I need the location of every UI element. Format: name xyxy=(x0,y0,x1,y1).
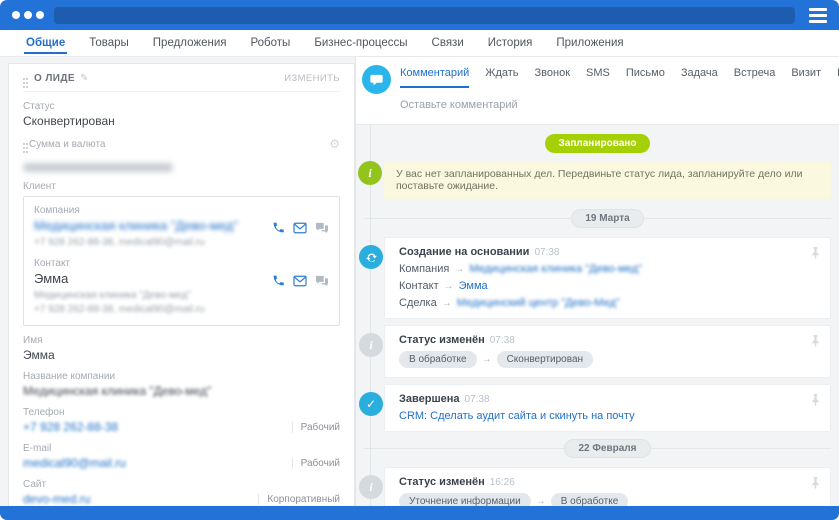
tab-apps[interactable]: Приложения xyxy=(544,30,635,56)
phone-type: Рабочий xyxy=(292,422,340,433)
contact-name[interactable]: Эмма xyxy=(34,271,68,286)
main-tabbar: Общие Товары Предложения Роботы Бизнес-п… xyxy=(0,30,839,57)
contact-contacts: +7 928 262-88-38, medical90@mail.ru xyxy=(34,304,329,315)
task-link[interactable]: CRM: Сделать аудит сайта и скинуть на по… xyxy=(399,410,635,422)
drag-handle-icon[interactable] xyxy=(23,143,25,145)
timeline-entry-task-completed[interactable]: ✓ Завершена07:38 CRM: Сделать аудит сайт… xyxy=(384,384,831,432)
phone-link[interactable]: +7 928 262-88-38 xyxy=(23,420,118,434)
tab-bizproc[interactable]: Бизнес-процессы xyxy=(302,30,419,56)
tab-products[interactable]: Товары xyxy=(77,30,141,56)
timeline-entry-status-changed[interactable]: i Статус изменён07:38 В обработке→Сконве… xyxy=(384,325,831,378)
company-name-field: Название компании Медицинская клиника "Д… xyxy=(23,371,340,398)
timeline-feed[interactable]: Запланировано i У вас нет запланированны… xyxy=(356,125,839,506)
date-separator: 19 Марта xyxy=(384,208,831,228)
window-titlebar xyxy=(0,0,839,30)
sum-field: Сумма и валюта ⚙ xyxy=(23,137,340,172)
deal-link[interactable]: Медицинский центр "Дево-Мед" xyxy=(457,297,620,309)
email-link[interactable]: medical90@mail.ru xyxy=(23,456,126,470)
pin-icon[interactable] xyxy=(810,476,821,489)
timeline-panel: Комментарий Ждать Звонок SMS Письмо Зада… xyxy=(355,57,839,506)
tab-task[interactable]: Задача xyxy=(681,67,718,79)
pin-icon[interactable] xyxy=(810,334,821,347)
window-bottom-frame xyxy=(0,506,839,520)
tab-wait[interactable]: Ждать xyxy=(485,67,518,79)
sync-icon xyxy=(359,245,383,269)
address-bar[interactable] xyxy=(54,7,795,24)
phone-icon[interactable] xyxy=(272,274,285,287)
window-controls[interactable] xyxy=(12,11,44,19)
sum-value-redacted xyxy=(23,163,173,172)
info-icon: i xyxy=(359,333,383,357)
edit-lead-button[interactable]: ИЗМЕНИТЬ xyxy=(284,73,340,84)
site-field: Сайт devo-med.ru Корпоративный xyxy=(23,479,340,506)
activity-tabbar: Комментарий Ждать Звонок SMS Письмо Зада… xyxy=(400,67,827,88)
timeline-entry-created-from[interactable]: Создание на основании07:38 Компания→Меди… xyxy=(384,237,831,319)
client-box: Компания Медицинская клиника "Дево-мед" … xyxy=(23,196,340,326)
status-badge: В обработке xyxy=(551,493,629,506)
name-field: Имя Эмма xyxy=(23,335,340,362)
status-badge: Уточнение информации xyxy=(399,493,531,506)
client-field: Клиент Компания Медицинская клиника "Дев… xyxy=(23,181,340,326)
info-icon: i xyxy=(358,161,382,185)
info-icon: i xyxy=(359,475,383,499)
chat-icon[interactable] xyxy=(315,222,329,234)
company-link[interactable]: Медицинская клиника "Дево-мед" xyxy=(34,218,238,233)
browser-window: Общие Товары Предложения Роботы Бизнес-п… xyxy=(0,0,839,520)
phone-field: Телефон +7 928 262-88-38 Рабочий xyxy=(23,407,340,434)
pin-icon[interactable] xyxy=(810,246,821,259)
phone-icon[interactable] xyxy=(272,221,285,234)
status-value: Сконвертирован xyxy=(23,114,340,128)
company-contacts: +7 928 262-88-38, medical90@mail.ru xyxy=(34,237,329,248)
tab-call[interactable]: Звонок xyxy=(535,67,571,79)
email-type: Рабочий xyxy=(292,458,340,469)
tab-comment[interactable]: Комментарий xyxy=(400,67,469,79)
tab-sms[interactable]: SMS xyxy=(586,67,610,79)
contact-company: Медицинская клиника "Дево-мед" xyxy=(34,290,329,301)
tab-visit[interactable]: Визит xyxy=(791,67,821,79)
tab-letter[interactable]: Письмо xyxy=(626,67,665,79)
email-field: E-mail medical90@mail.ru Рабочий xyxy=(23,443,340,470)
tab-meeting[interactable]: Встреча xyxy=(734,67,776,79)
no-activities-banner: i У вас нет запланированных дел. Передви… xyxy=(384,161,831,199)
comment-input[interactable] xyxy=(400,88,827,124)
timeline-entry-status-changed[interactable]: i Статус изменён16:26 Уточнение информац… xyxy=(384,467,831,506)
status-field: Статус Сконвертирован xyxy=(23,101,340,128)
drag-handle-icon[interactable] xyxy=(23,78,25,80)
activity-composer: Комментарий Ждать Звонок SMS Письмо Зада… xyxy=(356,57,839,125)
lead-details-panel: О ЛИДЕ ✎ ИЗМЕНИТЬ Статус Сконвертирован … xyxy=(0,57,355,506)
site-type: Корпоративный xyxy=(258,494,340,505)
tab-links[interactable]: Связи xyxy=(420,30,476,56)
tab-robots[interactable]: Роботы xyxy=(239,30,303,56)
about-lead-card: О ЛИДЕ ✎ ИЗМЕНИТЬ Статус Сконвертирован … xyxy=(8,63,355,506)
company-link[interactable]: Медицинская клиника "Дево-мед" xyxy=(469,263,642,275)
email-icon[interactable] xyxy=(293,222,307,234)
check-icon: ✓ xyxy=(359,392,383,416)
comment-bubble-icon[interactable] xyxy=(362,65,391,94)
email-icon[interactable] xyxy=(293,275,307,287)
date-separator: 22 Февраля xyxy=(384,438,831,458)
tab-general[interactable]: Общие xyxy=(14,30,77,56)
contact-link[interactable]: Эмма xyxy=(459,280,488,292)
about-lead-title: О ЛИДЕ ✎ xyxy=(23,73,89,84)
chat-icon[interactable] xyxy=(315,275,329,287)
planned-badge[interactable]: Запланировано xyxy=(545,134,651,153)
edit-pencil-icon[interactable]: ✎ xyxy=(80,73,89,84)
menu-icon[interactable] xyxy=(809,8,827,23)
tab-history[interactable]: История xyxy=(476,30,545,56)
status-badge: В обработке xyxy=(399,351,477,368)
tab-quotes[interactable]: Предложения xyxy=(141,30,239,56)
site-link[interactable]: devo-med.ru xyxy=(23,492,90,506)
gear-icon[interactable]: ⚙ xyxy=(329,137,340,151)
status-badge: Сконвертирован xyxy=(497,351,593,368)
pin-icon[interactable] xyxy=(810,393,821,406)
